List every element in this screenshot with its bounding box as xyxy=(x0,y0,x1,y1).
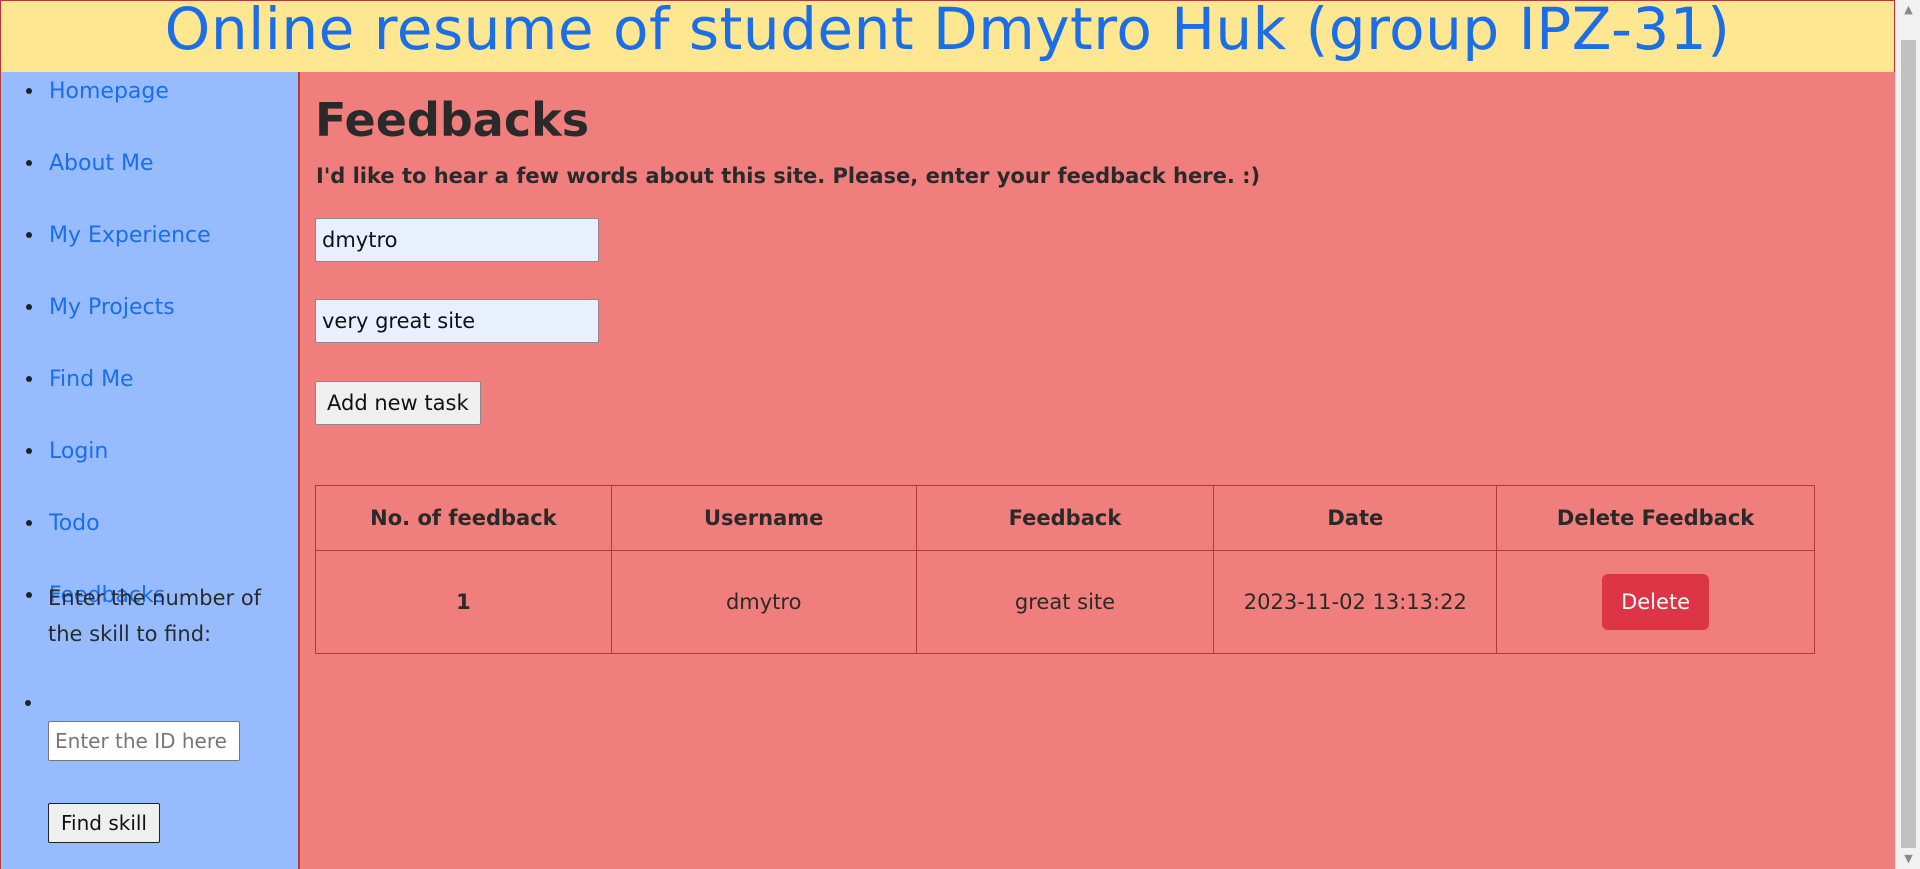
feedback-intro-text: I'd like to hear a few words about this … xyxy=(316,164,1261,188)
list-bullet xyxy=(25,700,31,706)
column-header-date: Date xyxy=(1213,485,1498,551)
list-bullet xyxy=(26,448,32,454)
list-bullet xyxy=(26,376,32,382)
cell-delete: Delete xyxy=(1496,550,1815,654)
list-bullet xyxy=(26,304,32,310)
table-header-row: No. of feedback Username Feedback Date D… xyxy=(315,485,1815,551)
page-title: Online resume of student Dmytro Huk (gro… xyxy=(164,0,1731,63)
column-header-feedback: Feedback xyxy=(915,485,1215,551)
cell-feedback: great site xyxy=(915,550,1215,654)
skill-search-section: Enter the number of the skill to find: xyxy=(48,580,288,652)
list-bullet xyxy=(26,160,32,166)
feedback-table: No. of feedback Username Feedback Date D… xyxy=(315,485,1815,654)
column-header-number: No. of feedback xyxy=(315,485,612,551)
nav-link-homepage[interactable]: Homepage xyxy=(49,79,169,104)
table-row: 1 dmytro great site 2023-11-02 13:13:22 … xyxy=(315,550,1815,654)
list-bullet xyxy=(26,592,32,598)
section-title: Feedbacks xyxy=(315,93,590,147)
nav-link-login[interactable]: Login xyxy=(49,439,108,464)
username-input[interactable] xyxy=(315,218,599,262)
delete-feedback-button[interactable]: Delete xyxy=(1602,574,1710,630)
page-header: Online resume of student Dmytro Huk (gro… xyxy=(0,0,1895,73)
nav-link-find-me[interactable]: Find Me xyxy=(49,367,134,392)
list-bullet xyxy=(26,232,32,238)
nav-link-todo[interactable]: Todo xyxy=(49,511,100,536)
page: Online resume of student Dmytro Huk (gro… xyxy=(0,0,1895,869)
column-header-username: Username xyxy=(610,485,917,551)
cell-date: 2023-11-02 13:13:22 xyxy=(1213,550,1498,654)
nav-link-about-me[interactable]: About Me xyxy=(49,151,154,176)
scroll-up-arrow-icon[interactable]: ▲ xyxy=(1896,0,1920,20)
scrollbar-thumb[interactable] xyxy=(1901,40,1916,848)
list-bullet xyxy=(26,520,32,526)
column-header-delete: Delete Feedback xyxy=(1496,485,1815,551)
nav-link-my-projects[interactable]: My Projects xyxy=(49,295,175,320)
nav-link-my-experience[interactable]: My Experience xyxy=(49,223,211,248)
find-skill-button[interactable]: Find skill xyxy=(48,803,160,843)
skill-search-label: Enter the number of the skill to find: xyxy=(48,586,262,646)
cell-number: 1 xyxy=(315,550,612,654)
cell-username: dmytro xyxy=(610,550,917,654)
main-content: Feedbacks I'd like to hear a few words a… xyxy=(300,72,1895,869)
feedback-input[interactable] xyxy=(315,299,599,343)
add-feedback-button[interactable]: Add new task xyxy=(315,381,481,425)
vertical-scrollbar[interactable]: ▲ ▼ xyxy=(1895,0,1920,869)
skill-id-input[interactable] xyxy=(48,721,240,761)
list-bullet xyxy=(26,88,32,94)
scroll-down-arrow-icon[interactable]: ▼ xyxy=(1896,849,1920,869)
